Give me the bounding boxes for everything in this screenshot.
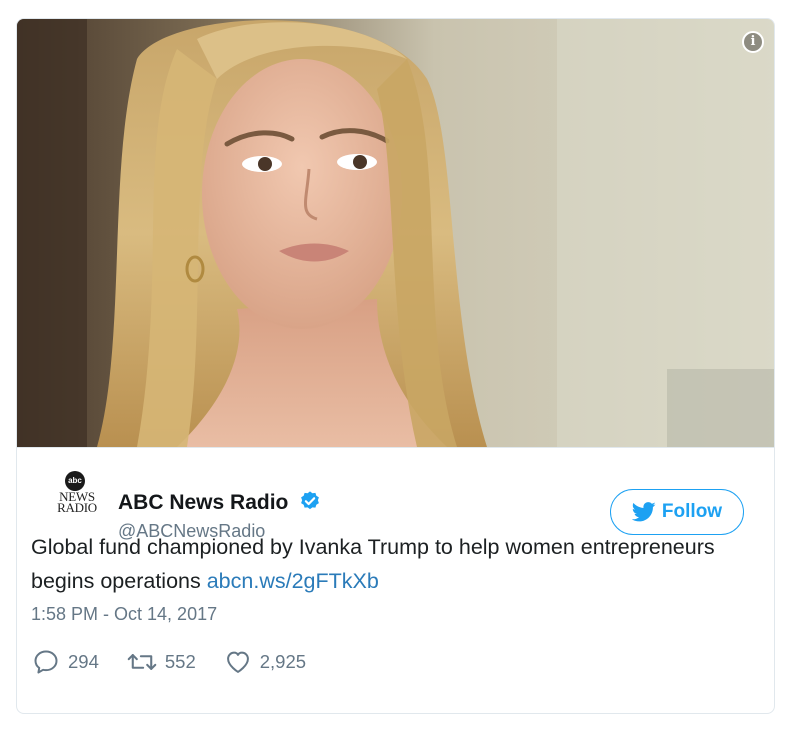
tweet-actions: 294 552 2,925 <box>32 648 334 676</box>
like-count: 2,925 <box>259 651 307 672</box>
follow-button[interactable]: Follow <box>610 489 744 535</box>
tweet-photo[interactable]: i <box>17 19 774 448</box>
retweet-arrows-icon <box>127 654 157 670</box>
reply-count: 294 <box>68 651 99 672</box>
avatar-logo-line2: RADIO <box>57 500 97 515</box>
abc-logo: abc <box>65 471 85 491</box>
display-name[interactable]: ABC News Radio <box>118 491 288 515</box>
twitter-bird-icon <box>631 502 656 522</box>
info-icon[interactable]: i <box>742 31 764 53</box>
tweet-text: Global fund championed by Ivanka Trump t… <box>31 530 731 598</box>
tweet-header: abc NEWS RADIO ABC News Radio @ABCNewsRa… <box>17 447 774 541</box>
reply-button[interactable]: 294 <box>32 648 99 676</box>
author-name-block[interactable]: ABC News Radio <box>118 491 321 515</box>
tweet-timestamp[interactable]: 1:58 PM - Oct 14, 2017 <box>31 604 217 625</box>
photo-image <box>17 19 774 447</box>
avatar-logo-text: NEWS RADIO <box>53 490 101 515</box>
tweet-link[interactable]: abcn.ws/2gFTkXb <box>207 569 379 593</box>
verified-badge-icon <box>300 491 319 510</box>
heart-icon <box>226 651 249 673</box>
retweet-count: 552 <box>164 651 196 672</box>
like-button[interactable]: 2,925 <box>224 648 306 676</box>
avatar[interactable]: abc NEWS RADIO <box>51 471 103 523</box>
follow-button-label: Follow <box>661 501 723 522</box>
reply-bubble-icon <box>34 650 58 674</box>
retweet-button[interactable]: 552 <box>127 648 196 676</box>
